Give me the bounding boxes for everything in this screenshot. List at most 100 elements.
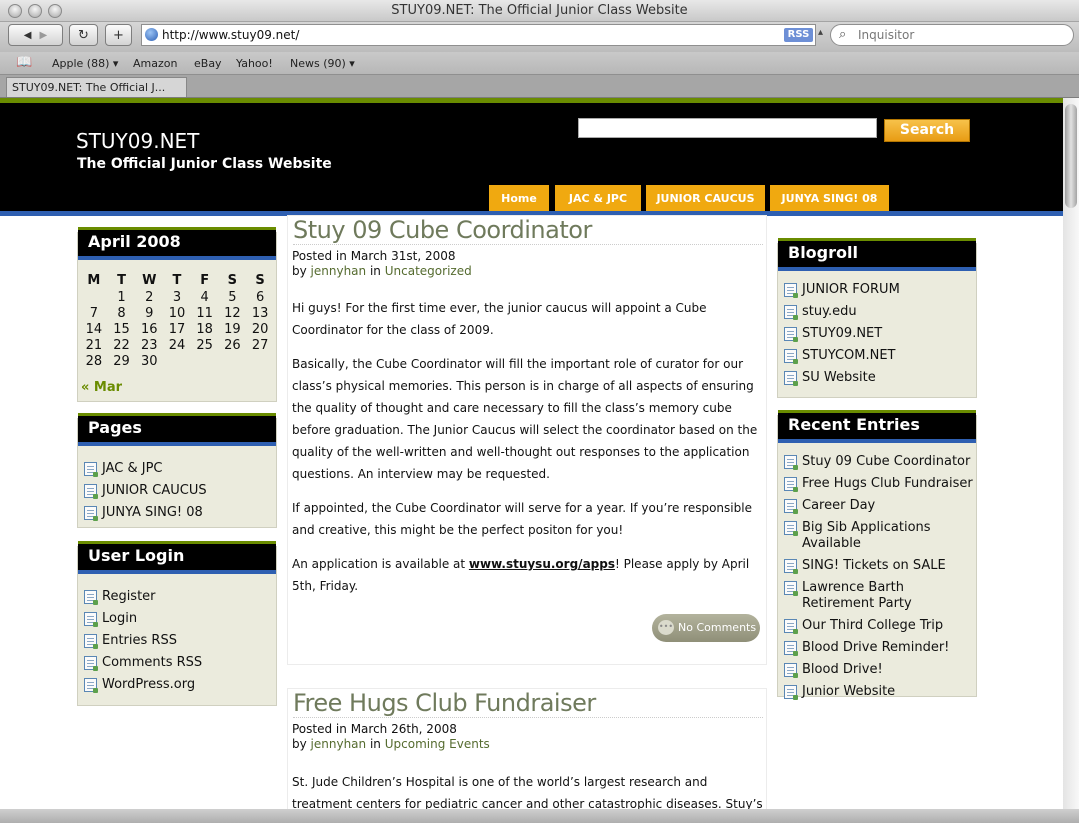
page-icon bbox=[784, 371, 798, 386]
page-icon bbox=[784, 581, 798, 596]
recent-entry[interactable]: Lawrence Barth Retirement Party bbox=[784, 580, 974, 612]
calendar-day: 28 bbox=[85, 353, 103, 369]
recent-entry-link[interactable]: Big Sib Applications Available bbox=[802, 520, 974, 552]
pages-item[interactable]: JAC & JPC bbox=[84, 461, 207, 477]
calendar-day: 1 bbox=[117, 289, 126, 305]
calendar-day: 14 bbox=[85, 321, 103, 337]
post-title[interactable]: Free Hugs Club Fundraiser bbox=[293, 689, 763, 718]
recent-entry[interactable]: Junior Website bbox=[784, 684, 974, 700]
recent-entry[interactable]: Our Third College Trip bbox=[784, 618, 974, 634]
calendar-day: 3 bbox=[172, 289, 182, 305]
recent-entry[interactable]: Big Sib Applications Available bbox=[784, 520, 974, 552]
post-category-link[interactable]: Uncategorized bbox=[385, 264, 472, 278]
blogroll-link[interactable]: JUNIOR FORUM bbox=[802, 282, 900, 298]
blogroll-link[interactable]: stuy.edu bbox=[802, 304, 857, 320]
recent-entry[interactable]: Blood Drive! bbox=[784, 662, 974, 678]
recent-entry-link[interactable]: Blood Drive Reminder! bbox=[802, 640, 949, 656]
in-label: in bbox=[369, 737, 381, 751]
blogroll-item[interactable]: STUYCOM.NET bbox=[784, 348, 900, 364]
login-item[interactable]: WordPress.org bbox=[84, 677, 202, 693]
nav-home[interactable]: Home bbox=[489, 185, 549, 211]
blogroll-link[interactable]: STUYCOM.NET bbox=[802, 348, 895, 364]
posted-label: Posted in bbox=[292, 249, 347, 263]
pages-item[interactable]: JUNIOR CAUCUS bbox=[84, 483, 207, 499]
site-name[interactable]: STUY09.NET bbox=[76, 129, 199, 153]
recent-entry-link[interactable]: Stuy 09 Cube Coordinator bbox=[802, 454, 970, 470]
recent-entry-link[interactable]: Blood Drive! bbox=[802, 662, 883, 678]
no-comments-button[interactable]: ••• No Comments bbox=[652, 614, 760, 642]
site-search-button[interactable]: Search bbox=[884, 119, 970, 142]
site-search-input[interactable] bbox=[578, 118, 877, 138]
recent-entry-link[interactable]: Our Third College Trip bbox=[802, 618, 943, 634]
post-title[interactable]: Stuy 09 Cube Coordinator bbox=[293, 216, 763, 245]
pages-item[interactable]: JUNYA SING! 08 bbox=[84, 505, 207, 521]
vertical-scrollbar[interactable] bbox=[1063, 98, 1079, 809]
window-title: STUY09.NET: The Official Junior Class We… bbox=[391, 3, 688, 18]
post-category-link[interactable]: Upcoming Events bbox=[385, 737, 490, 751]
snapback-icon[interactable]: ▴ bbox=[818, 27, 823, 38]
forward-arrow-icon[interactable]: ▶ bbox=[40, 30, 48, 41]
comments-rss-link[interactable]: Comments RSS bbox=[102, 655, 202, 671]
comments-label[interactable]: No Comments bbox=[678, 621, 756, 634]
calendar-day: 9 bbox=[145, 305, 154, 321]
bookmarks-book-icon[interactable]: 📖 bbox=[16, 55, 32, 70]
login-item[interactable]: Entries RSS bbox=[84, 633, 202, 649]
bookmark-yahoo[interactable]: Yahoo! bbox=[236, 57, 273, 70]
recent-entry-link[interactable]: Lawrence Barth Retirement Party bbox=[802, 580, 974, 612]
by-label: by bbox=[292, 264, 307, 278]
nav-jac-jpc[interactable]: JAC & JPC bbox=[555, 185, 641, 211]
back-forward-buttons[interactable]: ◀ ▶ bbox=[8, 24, 63, 46]
nav-junya-sing[interactable]: JUNYA SING! 08 bbox=[770, 185, 889, 211]
bookmark-amazon[interactable]: Amazon bbox=[133, 57, 177, 70]
back-arrow-icon[interactable]: ◀ bbox=[24, 30, 32, 41]
recent-entry-link[interactable]: Free Hugs Club Fundraiser bbox=[802, 476, 973, 492]
login-link[interactable]: Login bbox=[102, 611, 137, 627]
blogroll-link[interactable]: SU Website bbox=[802, 370, 876, 386]
pages-item-label[interactable]: JAC & JPC bbox=[102, 461, 163, 477]
calendar-day: 27 bbox=[251, 337, 269, 353]
wordpress-link[interactable]: WordPress.org bbox=[102, 677, 195, 693]
recent-entry[interactable]: Free Hugs Club Fundraiser bbox=[784, 476, 974, 492]
pages-widget: Pages JAC & JPC JUNIOR CAUCUS JUNYA SING… bbox=[77, 413, 277, 528]
blogroll-item[interactable]: stuy.edu bbox=[784, 304, 900, 320]
pages-item-label[interactable]: JUNYA SING! 08 bbox=[102, 505, 203, 521]
scrollbar-thumb[interactable] bbox=[1065, 104, 1077, 208]
apps-link[interactable]: www.stuysu.org/apps bbox=[469, 557, 615, 571]
recent-entry[interactable]: SING! Tickets on SALE bbox=[784, 558, 974, 574]
speech-bubble-icon: ••• bbox=[658, 620, 674, 635]
nav-junior-caucus[interactable]: JUNIOR CAUCUS bbox=[646, 185, 765, 211]
entries-rss-link[interactable]: Entries RSS bbox=[102, 633, 177, 649]
recent-entry-link[interactable]: Career Day bbox=[802, 498, 875, 514]
post-author-link[interactable]: jennyhan bbox=[311, 264, 367, 278]
register-link[interactable]: Register bbox=[102, 589, 156, 605]
blogroll-item[interactable]: STUY09.NET bbox=[784, 326, 900, 342]
login-item[interactable]: Login bbox=[84, 611, 202, 627]
login-item[interactable]: Comments RSS bbox=[84, 655, 202, 671]
blogroll-item[interactable]: JUNIOR FORUM bbox=[784, 282, 900, 298]
url-text[interactable]: http://www.stuy09.net/ bbox=[162, 28, 299, 42]
recent-entry[interactable]: Stuy 09 Cube Coordinator bbox=[784, 454, 974, 470]
post-author-link[interactable]: jennyhan bbox=[311, 737, 367, 751]
calendar-day-header: S bbox=[227, 272, 238, 288]
recent-entry[interactable]: Career Day bbox=[784, 498, 974, 514]
bookmark-ebay[interactable]: eBay bbox=[194, 57, 222, 70]
bookmark-news[interactable]: News (90) ▾ bbox=[290, 57, 355, 70]
tab-stuy09[interactable]: STUY09.NET: The Official J... bbox=[6, 77, 187, 97]
search-field[interactable]: ⌕ Inquisitor bbox=[830, 24, 1074, 46]
pages-item-label[interactable]: JUNIOR CAUCUS bbox=[102, 483, 207, 499]
recent-entry-link[interactable]: SING! Tickets on SALE bbox=[802, 558, 946, 574]
bookmark-apple[interactable]: Apple (88) ▾ bbox=[52, 57, 118, 70]
page-icon bbox=[84, 484, 98, 499]
recent-entry[interactable]: Blood Drive Reminder! bbox=[784, 640, 974, 656]
rss-button[interactable]: RSS bbox=[784, 28, 813, 42]
reload-button[interactable]: ↻ bbox=[69, 24, 98, 46]
blogroll-link[interactable]: STUY09.NET bbox=[802, 326, 882, 342]
login-item[interactable]: Register bbox=[84, 589, 202, 605]
recent-entry-link[interactable]: Junior Website bbox=[802, 684, 895, 700]
calendar-prev-month-link[interactable]: « Mar bbox=[81, 380, 122, 395]
address-bar[interactable]: http://www.stuy09.net/ RSS bbox=[141, 24, 816, 46]
add-bookmark-button[interactable]: + bbox=[105, 24, 132, 46]
blogroll-item[interactable]: SU Website bbox=[784, 370, 900, 386]
calendar-week: 21 22 23 24 25 26 27 bbox=[80, 337, 274, 353]
page-icon bbox=[784, 305, 798, 320]
